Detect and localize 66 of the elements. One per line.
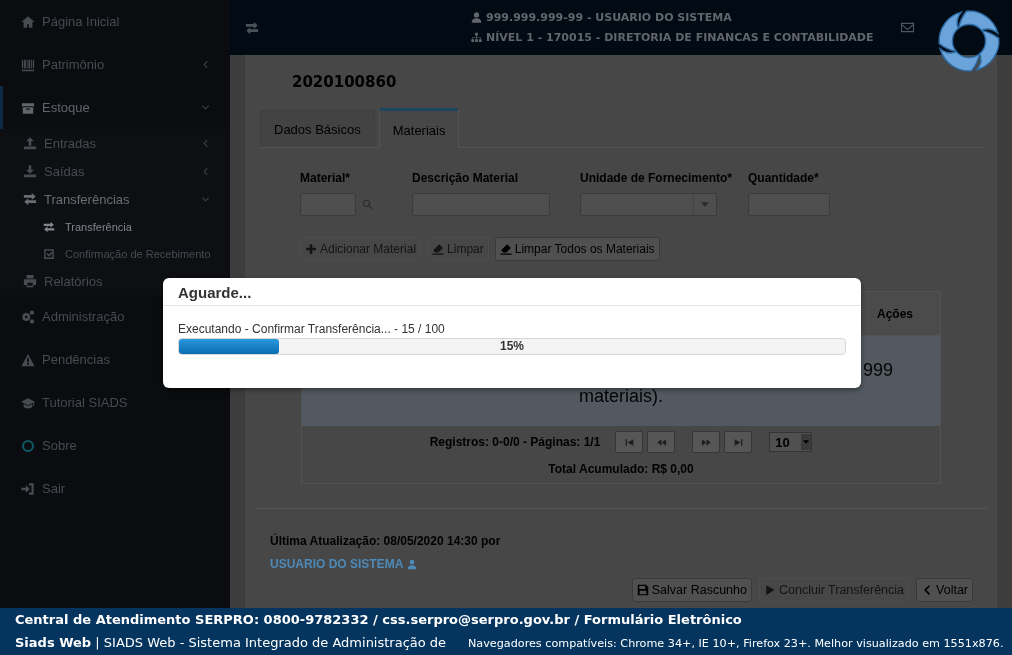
field-label: Quantidade* xyxy=(748,171,820,185)
sidebar-item[interactable]: Sair xyxy=(0,467,230,510)
printer-icon xyxy=(23,274,37,288)
last-update-text: Última Atualização: 08/05/2020 14:30 por xyxy=(270,534,501,548)
next-page-icon xyxy=(701,438,711,446)
save-draft-button[interactable]: Salvar Rascunho xyxy=(631,578,752,602)
home-icon xyxy=(21,14,35,29)
upload-tray-icon xyxy=(23,136,37,150)
graduation-cap-icon xyxy=(21,395,35,410)
progress-message: Executando - Confirmar Transferência... - 15 / 100 xyxy=(178,322,446,336)
last-page-button[interactable] xyxy=(724,431,753,453)
field-label: Descrição Material xyxy=(412,171,520,185)
total-amount: Total Acumulado: R$ 0,00 xyxy=(548,462,694,476)
sidebar-item[interactable]: Pendências xyxy=(0,338,230,381)
eraser-icon xyxy=(499,243,512,255)
sidebar-item[interactable]: Patrimônio xyxy=(0,43,230,86)
barcode-icon xyxy=(21,57,35,72)
dialog-title: Aguarde... xyxy=(163,278,861,306)
pagination-summary: Registros: 0-0/0 - Páginas: 1/1 xyxy=(429,435,601,449)
select-field[interactable] xyxy=(580,193,717,216)
download-tray-icon xyxy=(23,164,37,178)
exchange-arrows-icon xyxy=(43,220,55,233)
last-page-icon xyxy=(733,438,743,446)
previous-page-button[interactable] xyxy=(647,431,676,453)
warning-icon xyxy=(21,352,35,367)
empty-message: 999 xyxy=(862,359,893,381)
user-link[interactable]: USUARIO DO SISTEMA xyxy=(270,557,418,571)
user-name: 999.999.999-99 - USUARIO DO SISTEMA xyxy=(486,11,732,24)
first-page-icon xyxy=(624,438,634,446)
field-label: Material* xyxy=(300,171,352,185)
exchange-arrows-icon[interactable] xyxy=(244,20,260,35)
archive-box-icon xyxy=(21,100,35,115)
document-number: 2020100860 xyxy=(292,72,398,93)
sitemap-icon xyxy=(471,32,482,43)
previous-page-icon xyxy=(656,438,666,446)
first-page-button[interactable] xyxy=(615,431,644,453)
envelope-icon[interactable] xyxy=(900,20,915,35)
user-icon xyxy=(471,12,482,23)
contact-line: Central de Atendimento SERPRO: 0800-9782332 / css.serpro@serpro.gov.br / Formulário Eletrônico xyxy=(15,612,743,628)
empty-message: materiais). xyxy=(579,385,663,407)
back-button[interactable]: Voltar xyxy=(916,578,973,602)
sidebar-item[interactable]: Sobre xyxy=(0,424,230,467)
next-page-button[interactable] xyxy=(692,431,721,453)
tab[interactable]: Dados Básicos xyxy=(260,110,375,147)
tab[interactable]: Materiais xyxy=(378,108,460,148)
sidebar-item[interactable]: Página Inicial xyxy=(0,0,230,43)
system-name: Siads Web | SIADS Web - Sistema Integrado de Administração de xyxy=(15,635,448,650)
browser-note: Navegadores compatíveis: Chrome 34+, IE 10+, Firefox 23+. Melhor visualizado em 1551x876. xyxy=(468,637,1004,650)
page-size-select[interactable]: 10 xyxy=(769,432,813,452)
sign-in-icon xyxy=(21,481,35,496)
column-header: Ações xyxy=(876,306,914,321)
play-icon xyxy=(763,584,776,596)
progress-reading: 15% xyxy=(500,339,524,354)
sidebar-item[interactable]: Tutorial SIADS xyxy=(0,381,230,424)
search-icon[interactable] xyxy=(362,199,373,210)
caret-icon xyxy=(803,440,810,444)
caret-icon xyxy=(701,202,709,207)
exchange-arrows-icon xyxy=(23,192,37,206)
unit-name: NÍVEL 1 - 170015 - DIRETORIA DE FINANCAS E CONTABILIDADE xyxy=(486,31,874,44)
gears-icon xyxy=(21,309,35,324)
spiral-logo xyxy=(936,8,1002,74)
plus-icon xyxy=(305,243,317,255)
field-label: Unidade de Fornecimento* xyxy=(580,171,734,185)
eraser-icon xyxy=(432,243,445,255)
user-icon xyxy=(407,558,418,570)
clear-all-button[interactable]: Limpar Todos os Materiais xyxy=(494,237,660,261)
